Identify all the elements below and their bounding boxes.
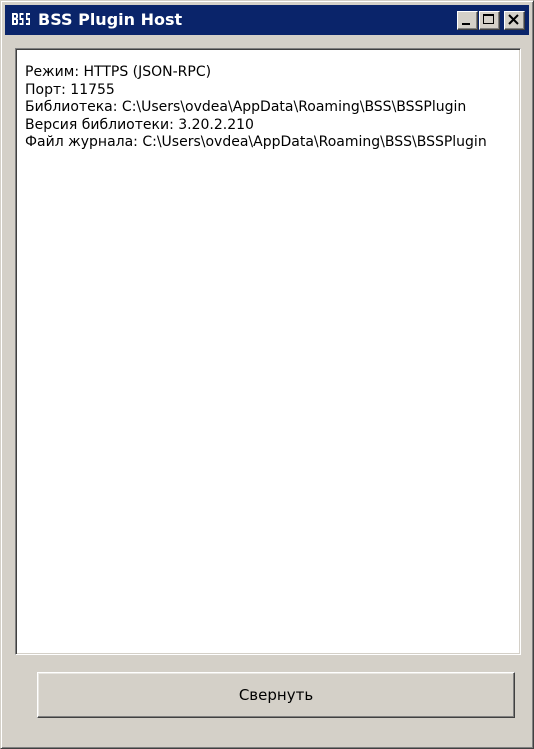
plugin-host-window: BSS Plugin Host Режим: HTTPS (JSON-RPC) …	[0, 0, 534, 749]
maximize-icon	[483, 14, 494, 24]
bss-logo-icon	[11, 11, 33, 29]
log-textbox[interactable]: Режим: HTTPS (JSON-RPC) Порт: 11755 Библ…	[15, 48, 521, 655]
collapse-button[interactable]: Свернуть	[37, 672, 515, 718]
minimize-icon	[462, 23, 470, 25]
maximize-button[interactable]	[479, 11, 500, 30]
log-content: Режим: HTTPS (JSON-RPC) Порт: 11755 Библ…	[25, 64, 515, 152]
log-line-library-version: Версия библиотеки: 3.20.2.210	[25, 116, 254, 133]
window-title: BSS Plugin Host	[38, 10, 183, 29]
title-bar[interactable]: BSS Plugin Host	[5, 5, 529, 35]
close-button[interactable]	[504, 11, 525, 30]
log-line-library: Библиотека: C:\Users\ovdea\AppData\Roami…	[25, 99, 467, 115]
log-line-log-file: Файл журнала: C:\Users\ovdea\AppData\Roa…	[25, 134, 487, 150]
log-line-port: Порт: 11755	[25, 81, 115, 98]
close-icon	[508, 14, 519, 25]
log-line-mode: Режим: HTTPS (JSON-RPC)	[25, 64, 212, 80]
minimize-button[interactable]	[457, 11, 478, 30]
